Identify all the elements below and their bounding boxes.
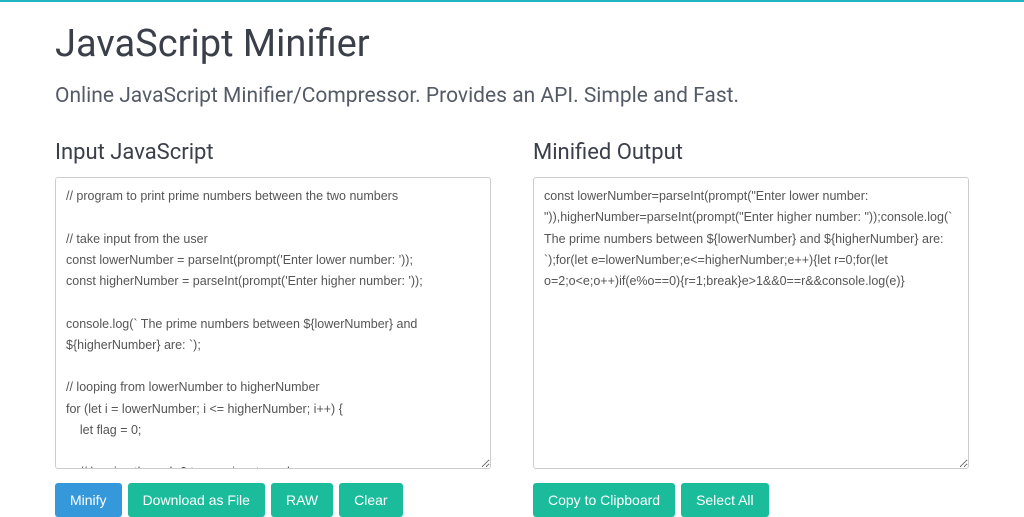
download-button[interactable]: Download as File (128, 483, 265, 517)
input-column: Input JavaScript Minify Download as File… (55, 140, 491, 517)
page-subtitle: Online JavaScript Minifier/Compressor. P… (55, 84, 969, 108)
page-title: JavaScript Minifier (55, 22, 969, 66)
output-button-row: Copy to Clipboard Select All (533, 483, 969, 517)
copy-button[interactable]: Copy to Clipboard (533, 483, 675, 517)
columns: Input JavaScript Minify Download as File… (55, 140, 969, 517)
select-all-button[interactable]: Select All (681, 483, 769, 517)
main-container: JavaScript Minifier Online JavaScript Mi… (0, 2, 1024, 517)
raw-button[interactable]: RAW (271, 483, 333, 517)
input-textarea[interactable] (55, 177, 491, 469)
output-textarea[interactable] (533, 177, 969, 469)
output-heading: Minified Output (533, 140, 969, 165)
input-button-row: Minify Download as File RAW Clear (55, 483, 491, 517)
output-column: Minified Output Copy to Clipboard Select… (533, 140, 969, 517)
minify-button[interactable]: Minify (55, 483, 122, 517)
clear-button[interactable]: Clear (339, 483, 402, 517)
input-heading: Input JavaScript (55, 140, 491, 165)
